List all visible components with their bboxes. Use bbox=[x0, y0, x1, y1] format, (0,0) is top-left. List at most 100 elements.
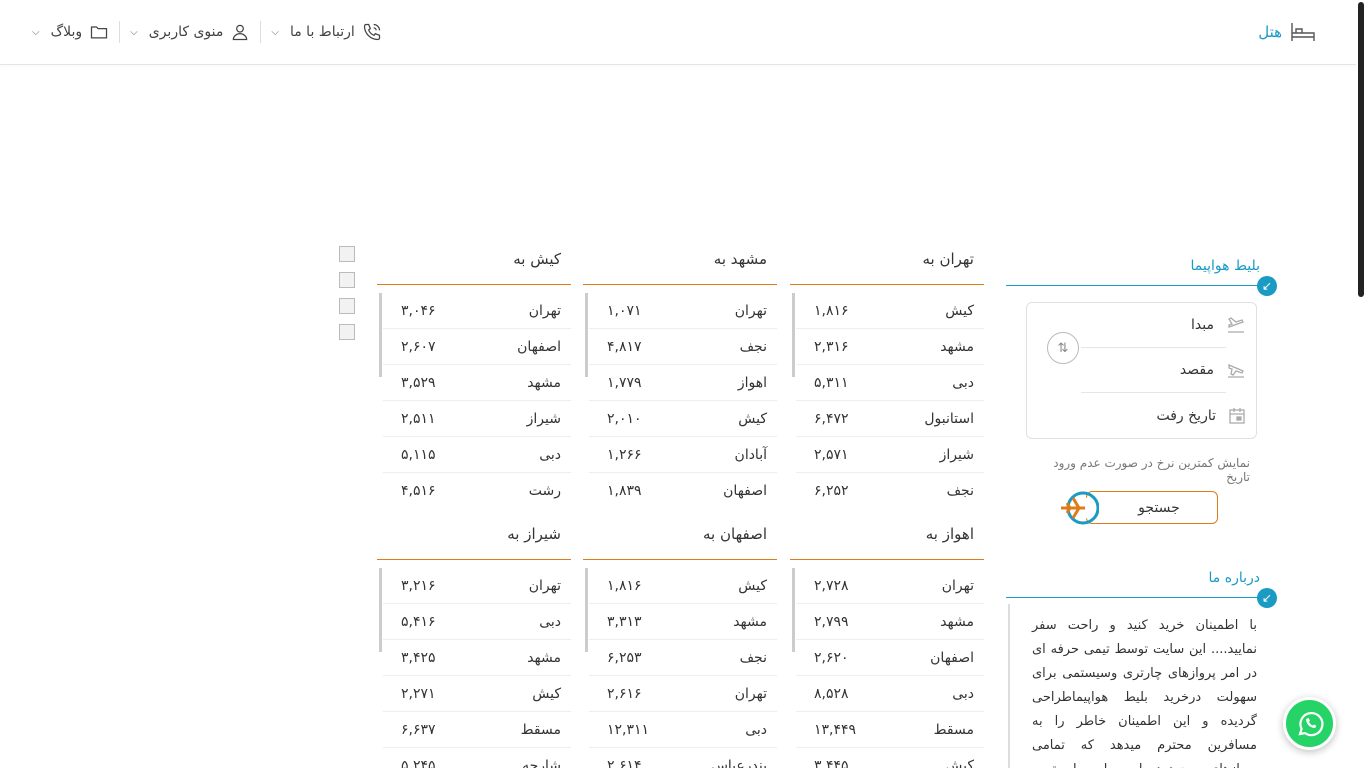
route-row[interactable]: ۳,۵۲۹ مشهد bbox=[383, 365, 571, 401]
route-price: ۳,۲۱۶ bbox=[401, 577, 436, 594]
route-row[interactable]: ۱,۷۷۹ اهواز bbox=[589, 365, 777, 401]
route-row[interactable]: ۲,۷۲۸ تهران bbox=[796, 568, 984, 604]
route-row[interactable]: ۱,۰۷۱ تهران bbox=[589, 293, 777, 329]
image-placeholder[interactable] bbox=[339, 272, 355, 288]
route-city: اهواز bbox=[737, 374, 767, 391]
route-price: ۲,۲۷۱ bbox=[401, 685, 436, 702]
route-table-body: ۱,۰۷۱ تهران ۴,۸۱۷ نجف ۱,۷۷۹ اهواز ۲,۰۱۰ کیش ۱,۲۶… bbox=[583, 293, 777, 499]
route-table: کیش به ۳,۰۴۶ تهران ۲,۶۰۷ اصفهان ۳,۵۲۹ مشهد ۲,۵۱… bbox=[377, 246, 571, 499]
route-row[interactable]: ۱۲,۳۱۱ دبی bbox=[589, 712, 777, 748]
route-city: نجف bbox=[739, 649, 767, 666]
route-row[interactable]: ۸,۵۲۸ دبی bbox=[796, 676, 984, 712]
page-scrollbar[interactable] bbox=[1356, 0, 1366, 768]
route-city: شیراز bbox=[526, 410, 561, 427]
search-button[interactable]: جستجو bbox=[1086, 491, 1218, 524]
date-field[interactable]: تاریخ رفت bbox=[1076, 402, 1246, 430]
route-row[interactable]: ۲,۶۱۴ بندرعباس bbox=[589, 748, 777, 768]
route-scroll-bar[interactable] bbox=[585, 293, 588, 377]
whatsapp-icon bbox=[1297, 711, 1324, 736]
plane-landing-icon bbox=[1228, 364, 1244, 378]
whatsapp-button[interactable] bbox=[1283, 697, 1336, 750]
destination-field[interactable]: مقصد bbox=[1076, 356, 1246, 384]
route-row[interactable]: ۱,۲۶۶ آبادان bbox=[589, 437, 777, 473]
nav-contact[interactable]: ارتباط با ما ⌵ bbox=[261, 21, 391, 43]
route-row[interactable]: ۲,۷۹۹ مشهد bbox=[796, 604, 984, 640]
route-row[interactable]: ۴,۸۱۷ نجف bbox=[589, 329, 777, 365]
nav-blog[interactable]: وبلاگ ⌵ bbox=[22, 21, 119, 43]
route-row[interactable]: ۲,۵۱۱ شیراز bbox=[383, 401, 571, 437]
route-scroll-bar[interactable] bbox=[379, 568, 382, 652]
route-scroll-bar[interactable] bbox=[792, 293, 795, 377]
arrow-down-left-icon: ↙ bbox=[1257, 588, 1277, 608]
route-table-divider bbox=[583, 284, 777, 285]
route-row[interactable]: ۲,۶۰۷ اصفهان bbox=[383, 329, 571, 365]
broken-images bbox=[339, 246, 355, 350]
route-row[interactable]: ۳,۳۱۳ مشهد bbox=[589, 604, 777, 640]
route-city: تهران bbox=[734, 302, 767, 319]
route-city: تهران bbox=[528, 302, 561, 319]
route-row[interactable]: ۳,۰۴۶ تهران bbox=[383, 293, 571, 329]
image-placeholder[interactable] bbox=[339, 298, 355, 314]
route-scroll-bar[interactable] bbox=[792, 568, 795, 652]
route-table: اهواز به ۲,۷۲۸ تهران ۲,۷۹۹ مشهد ۲,۶۲۰ اصفهان ۸,… bbox=[790, 521, 984, 768]
route-row[interactable]: ۶,۲۵۲ نجف bbox=[796, 473, 984, 499]
route-table-divider bbox=[377, 559, 571, 560]
route-row[interactable]: ۳,۴۲۵ مشهد bbox=[383, 640, 571, 676]
route-row[interactable]: ۲,۵۷۱ شیراز bbox=[796, 437, 984, 473]
route-table-divider bbox=[790, 559, 984, 560]
route-city: دبی bbox=[952, 374, 974, 391]
origin-label: مبدا bbox=[1191, 317, 1214, 333]
route-row[interactable]: ۲,۶۱۶ تهران bbox=[589, 676, 777, 712]
route-row[interactable]: ۱,۸۱۶ کیش bbox=[796, 293, 984, 329]
route-row[interactable]: ۵,۴۱۶ دبی bbox=[383, 604, 571, 640]
route-table-title: کیش به bbox=[513, 250, 561, 268]
route-row[interactable]: ۲,۳۱۶ مشهد bbox=[796, 329, 984, 365]
route-price: ۱,۸۳۹ bbox=[607, 482, 642, 499]
route-city: اصفهان bbox=[723, 482, 767, 499]
route-city: دبی bbox=[952, 685, 974, 702]
origin-field[interactable]: مبدا bbox=[1076, 311, 1246, 339]
nav-user-menu[interactable]: منوی کاربری ⌵ bbox=[120, 21, 260, 43]
route-row[interactable]: ۵,۱۱۵ دبی bbox=[383, 437, 571, 473]
route-row[interactable]: ۴,۵۱۶ رشت bbox=[383, 473, 571, 499]
route-row[interactable]: ۵,۲۴۵ شارجه bbox=[383, 748, 571, 768]
route-row[interactable]: ۱,۸۱۶ کیش bbox=[589, 568, 777, 604]
field-divider bbox=[1081, 392, 1226, 393]
route-row[interactable]: ۲,۰۱۰ کیش bbox=[589, 401, 777, 437]
route-table-body: ۱,۸۱۶ کیش ۳,۳۱۳ مشهد ۶,۲۵۳ نجف ۲,۶۱۶ تهران ۱۲,۳۱… bbox=[583, 568, 777, 768]
route-row[interactable]: ۲,۶۲۰ اصفهان bbox=[796, 640, 984, 676]
route-row[interactable]: ۳,۲۱۶ تهران bbox=[383, 568, 571, 604]
route-city: تهران bbox=[528, 577, 561, 594]
route-price: ۱,۸۱۶ bbox=[814, 302, 849, 319]
route-price: ۶,۲۵۲ bbox=[814, 482, 849, 499]
route-table-body: ۱,۸۱۶ کیش ۲,۳۱۶ مشهد ۵,۳۱۱ دبی ۶,۴۷۲ استانبول ۲,… bbox=[790, 293, 984, 499]
route-price: ۱۲,۳۱۱ bbox=[607, 721, 650, 738]
route-row[interactable]: ۱,۸۳۹ اصفهان bbox=[589, 473, 777, 499]
route-scroll-bar[interactable] bbox=[585, 568, 588, 652]
route-city: مسقط bbox=[933, 721, 974, 738]
image-placeholder[interactable] bbox=[339, 246, 355, 262]
route-scroll-bar[interactable] bbox=[379, 293, 382, 377]
top-header: ارتباط با ما ⌵ منوی کاربری ⌵ وبلاگ ⌵ هتل bbox=[0, 0, 1356, 65]
route-row[interactable]: ۲,۲۷۱ کیش bbox=[383, 676, 571, 712]
route-city: تهران bbox=[941, 577, 974, 594]
route-city: تهران bbox=[734, 685, 767, 702]
hotel-link[interactable]: هتل bbox=[1258, 16, 1316, 48]
route-table-title: شیراز به bbox=[507, 525, 561, 543]
route-price: ۱,۲۶۶ bbox=[607, 446, 642, 463]
route-row[interactable]: ۶,۶۳۷ مسقط bbox=[383, 712, 571, 748]
route-city: کیش bbox=[945, 757, 974, 768]
image-placeholder[interactable] bbox=[339, 324, 355, 340]
route-row[interactable]: ۶,۴۷۲ استانبول bbox=[796, 401, 984, 437]
route-row[interactable]: ۶,۲۵۳ نجف bbox=[589, 640, 777, 676]
swap-button[interactable]: ⇅ bbox=[1047, 332, 1079, 364]
route-row[interactable]: ۱۳,۴۴۹ مسقط bbox=[796, 712, 984, 748]
route-price: ۲,۰۱۰ bbox=[607, 410, 642, 427]
route-city: استانبول bbox=[924, 410, 974, 427]
scrollbar-thumb[interactable] bbox=[1358, 2, 1364, 297]
route-row[interactable]: ۳,۴۴۵ کیش bbox=[796, 748, 984, 768]
chevron-down-icon: ⌵ bbox=[130, 26, 138, 38]
route-price: ۳,۳۱۳ bbox=[607, 613, 642, 630]
route-row[interactable]: ۵,۳۱۱ دبی bbox=[796, 365, 984, 401]
route-price: ۶,۴۷۲ bbox=[814, 410, 849, 427]
